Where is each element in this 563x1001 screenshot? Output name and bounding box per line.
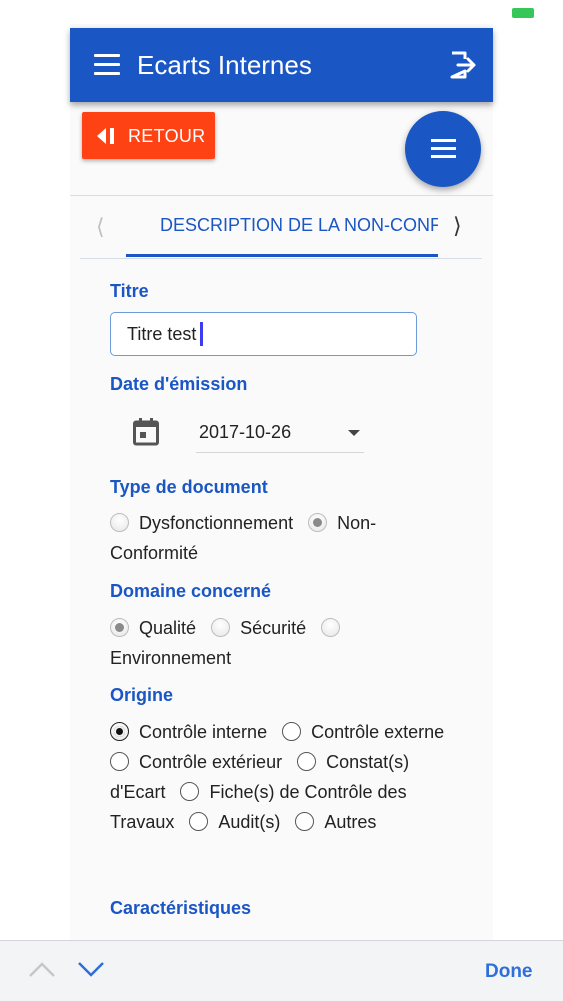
divider xyxy=(80,258,482,259)
radio-option-label: Contrôle interne xyxy=(139,722,268,742)
radio-option-label: Autres xyxy=(324,812,377,832)
radio-selected-icon xyxy=(110,722,129,741)
radio-option-label: Dysfonctionnement xyxy=(139,513,294,533)
radio-unselected-icon xyxy=(180,782,200,801)
radio-option-controle-interne[interactable]: Contrôle interne xyxy=(110,722,277,742)
type-document-label: Type de document xyxy=(110,477,268,497)
floating-menu-button[interactable] xyxy=(405,111,481,187)
radio-unselected-icon xyxy=(295,812,315,831)
back-button-label: RETOUR xyxy=(128,126,206,146)
titre-input[interactable] xyxy=(110,312,417,356)
radio-unselected-icon xyxy=(110,513,129,532)
date-picker[interactable]: 2017-10-26 xyxy=(196,412,364,453)
radio-option-label: Environnement xyxy=(110,648,232,668)
radio-unselected-icon xyxy=(321,618,341,637)
tab-label: DESCRIPTION DE LA NON-CONFORMITÉ xyxy=(160,215,438,235)
radio-option-label: Qualité xyxy=(139,618,197,638)
origine-label: Origine xyxy=(110,685,174,705)
app-title: Ecarts Internes xyxy=(137,50,312,80)
keyboard-toolbar: Done xyxy=(0,940,563,1001)
chevron-right-icon[interactable]: ⟩ xyxy=(453,213,462,239)
done-button[interactable]: Done xyxy=(485,961,533,983)
radio-option-label: Contrôle externe xyxy=(311,722,445,742)
battery-indicator xyxy=(512,8,534,18)
dropdown-arrow-icon xyxy=(348,430,360,436)
radio-option-securite[interactable]: Sécurité xyxy=(211,618,316,638)
radio-unselected-icon xyxy=(110,752,129,771)
logout-icon[interactable] xyxy=(448,50,478,80)
tab-bar: ⟨ DESCRIPTION DE LA NON-CONFORMITÉ ⟩ xyxy=(70,196,493,258)
radio-option-qualite[interactable]: Qualité xyxy=(110,618,206,638)
chevron-left-icon[interactable]: ⟨ xyxy=(96,214,105,240)
back-button[interactable]: RETOUR xyxy=(82,112,215,159)
text-cursor xyxy=(200,322,203,346)
radio-unselected-icon xyxy=(282,722,302,741)
radio-option-dysfonctionnement[interactable]: Dysfonctionnement xyxy=(110,513,303,533)
date-value: 2017-10-26 xyxy=(199,422,292,442)
app-bar: Ecarts Internes xyxy=(70,28,493,102)
menu-icon[interactable] xyxy=(94,54,120,75)
type-document-group: Dysfonctionnement Non-Conformité xyxy=(110,508,470,568)
domaine-label: Domaine concerné xyxy=(110,581,272,601)
radio-unselected-icon xyxy=(189,812,209,831)
caracteristiques-label: Caractéristiques xyxy=(110,898,252,918)
radio-option-controle-exterieur[interactable]: Contrôle extérieur xyxy=(110,752,292,772)
radio-option-label: Contrôle extérieur xyxy=(139,752,283,772)
origine-group: Contrôle interne Contrôle externe Contrô… xyxy=(110,717,470,837)
radio-option-audit[interactable]: Audit(s) xyxy=(189,812,290,832)
titre-label: Titre xyxy=(110,281,149,301)
radio-selected-icon xyxy=(110,618,129,637)
chevron-down-icon[interactable] xyxy=(77,959,105,979)
tab-indicator xyxy=(126,254,438,257)
tab-description[interactable]: DESCRIPTION DE LA NON-CONFORMITÉ xyxy=(126,196,438,258)
back-arrow-icon xyxy=(97,128,114,144)
radio-option-controle-externe[interactable]: Contrôle externe xyxy=(282,722,454,742)
radio-unselected-icon xyxy=(297,752,317,771)
radio-selected-icon xyxy=(308,513,328,532)
radio-option-label: Sécurité xyxy=(240,618,307,638)
domaine-group: Qualité Sécurité Environnement xyxy=(110,613,470,673)
calendar-icon[interactable] xyxy=(133,418,159,446)
radio-option-label: Audit(s) xyxy=(218,812,281,832)
date-label: Date d'émission xyxy=(110,374,248,394)
chevron-up-icon[interactable] xyxy=(28,959,56,979)
radio-unselected-icon xyxy=(211,618,231,637)
radio-option-autres[interactable]: Autres xyxy=(295,812,386,832)
